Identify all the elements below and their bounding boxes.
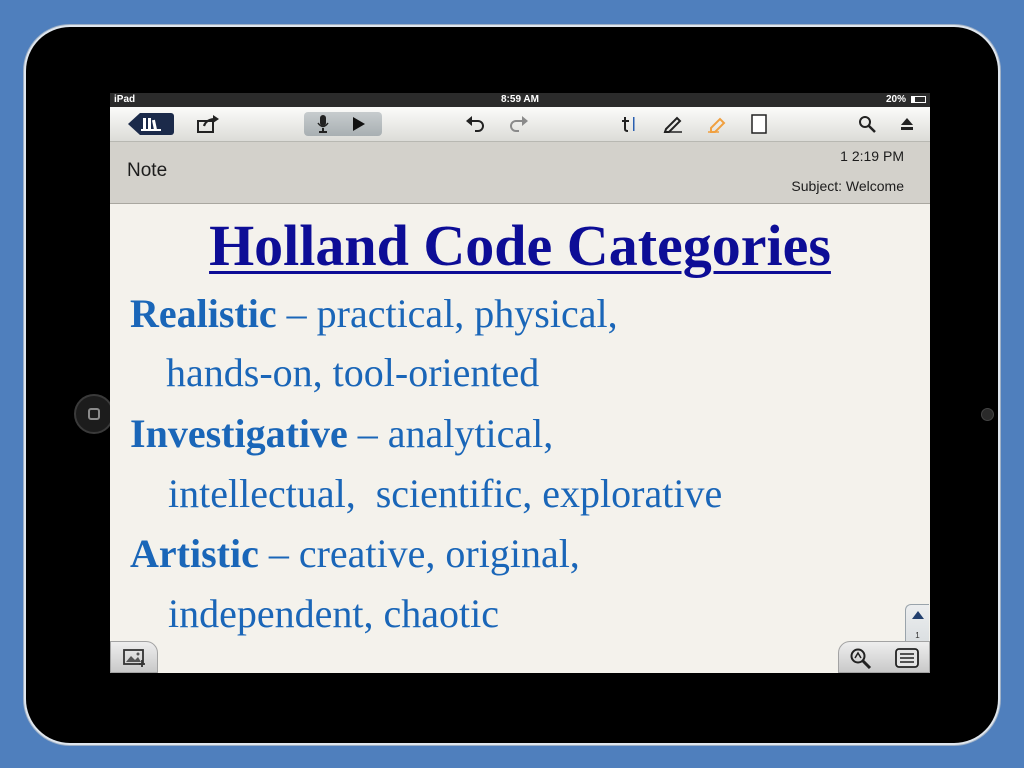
- category-term: Artistic: [130, 531, 259, 576]
- category-line: Investigative – analytical,: [130, 410, 553, 457]
- category-line-continued: intellectual, scientific, explorative: [168, 471, 723, 516]
- category-line-continued: hands-on, tool-oriented: [166, 350, 540, 395]
- redo-button[interactable]: [506, 111, 532, 137]
- category-desc: – creative, original,: [258, 531, 580, 576]
- insert-image-icon: [123, 649, 145, 667]
- home-button[interactable]: [74, 394, 114, 434]
- category-term: Investigative: [130, 411, 348, 456]
- note-time: 1 2:19 PM: [840, 148, 904, 164]
- note-title: Note: [127, 160, 168, 181]
- search-button[interactable]: [854, 111, 880, 137]
- undo-icon: [466, 116, 484, 132]
- note-heading: Holland Code Categories: [209, 213, 831, 278]
- library-icon: [141, 118, 161, 131]
- text-tool-button[interactable]: [618, 111, 640, 137]
- pen-button[interactable]: [660, 111, 686, 137]
- status-time: 8:59 AM: [501, 94, 539, 105]
- category-line-continued: independent, chaotic: [168, 591, 499, 636]
- note-header: Note 1 2:19 PM Subject: Welcome: [110, 142, 930, 204]
- audio-controls: [304, 112, 382, 136]
- screen: iPad 8:59 AM 20% Note 1 2:19 PM Subject:…: [110, 93, 930, 673]
- category-term: Realistic: [130, 291, 277, 336]
- highlighter-button[interactable]: [704, 111, 730, 137]
- eject-button[interactable]: [894, 111, 920, 137]
- zoom-icon: [850, 648, 872, 670]
- battery-percent: 20%: [885, 94, 906, 105]
- microphone-icon: [317, 115, 329, 133]
- insert-image-button[interactable]: [110, 641, 158, 673]
- paper-button[interactable]: [746, 111, 772, 137]
- note-body[interactable]: Holland Code Categories Realistic – prac…: [110, 204, 930, 673]
- redo-icon: [510, 116, 528, 132]
- share-button[interactable]: [194, 111, 224, 137]
- share-icon: [197, 115, 219, 133]
- search-icon: [859, 116, 876, 133]
- bottom-right-controls: [838, 641, 930, 673]
- library-button[interactable]: [128, 113, 174, 135]
- category-line: Realistic – practical, physical,: [130, 290, 618, 337]
- zoom-button[interactable]: [849, 647, 873, 670]
- pen-icon: [663, 116, 682, 133]
- battery-icon: [911, 96, 926, 103]
- status-bar: iPad 8:59 AM 20%: [110, 93, 930, 107]
- highlighter-icon: [708, 117, 726, 133]
- category-line: Artistic – creative, original,: [130, 530, 580, 577]
- toolbar: [110, 107, 930, 142]
- page-up-icon[interactable]: [912, 611, 924, 619]
- menu-icon: [895, 648, 919, 668]
- play-button[interactable]: [348, 112, 370, 136]
- undo-button[interactable]: [462, 111, 488, 137]
- play-icon: [353, 117, 365, 131]
- note-subject[interactable]: Subject: Welcome: [791, 178, 904, 194]
- paper-icon: [751, 114, 767, 134]
- menu-button[interactable]: [895, 647, 919, 669]
- category-desc: – analytical,: [347, 411, 554, 456]
- current-page: 1: [915, 631, 920, 640]
- category-desc: – practical, physical,: [276, 291, 618, 336]
- record-button[interactable]: [312, 112, 334, 136]
- text-tool-icon: [622, 117, 635, 132]
- eject-icon: [901, 118, 913, 130]
- camera-icon: [981, 408, 994, 421]
